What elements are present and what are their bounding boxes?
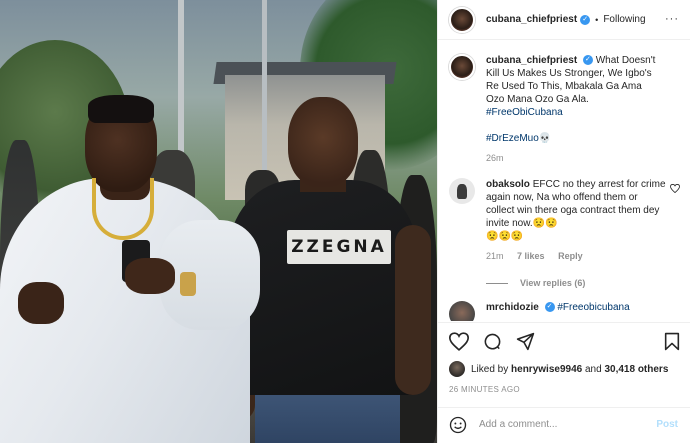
action-icons [449,330,680,352]
verified-badge-icon: ✓ [544,302,555,313]
hashtag-link[interactable]: #Freeobicubana [557,302,629,313]
add-comment-input[interactable] [479,419,644,430]
caption-username[interactable]: cubana_chiefpriest [486,55,577,66]
photo-pole [262,0,267,180]
verified-badge-icon: ✓ [580,14,591,25]
avatar[interactable] [449,361,465,377]
avatar[interactable] [449,178,475,204]
reply-button[interactable]: Reply [558,251,583,261]
post-header: cubana_chiefpriest ✓ • Following ··· [438,0,690,40]
comment-item: mrchidozie ✓ #Freeobicubana [449,301,680,321]
bookmark-icon[interactable] [664,332,680,351]
liked-by-and: and [584,363,602,375]
photo-shirt-logo: ZZEGNA [287,230,391,264]
photo-gold-chain [92,178,154,240]
avatar[interactable] [449,301,475,321]
header-username[interactable]: cubana_chiefpriest [486,14,577,25]
emoji-icon[interactable] [449,416,467,434]
following-button[interactable]: Following [603,14,645,25]
post-comment-button[interactable]: Post [656,419,678,430]
comment-icon[interactable] [483,332,502,351]
heart-icon[interactable] [670,184,680,193]
liked-by-user[interactable]: henrywise9946 [511,364,582,375]
instagram-post: ZZEGNA cubana_chiefpriest ✓ • Following … [0,0,690,443]
comment-time[interactable]: 21m [486,251,504,261]
photo-hair [88,95,154,123]
liked-by: Liked by henrywise9946 and 30,418 others [449,361,668,377]
hashtag-link[interactable]: #DrEzeMuo [486,133,539,144]
avatar[interactable] [449,54,475,80]
comment-username[interactable]: mrchidozie [486,302,539,313]
post-photo[interactable]: ZZEGNA [0,0,437,443]
caption: cubana_chiefpriest ✓ What Doesn't Kill U… [449,54,680,165]
add-comment-row: Post [438,407,690,441]
caption-time[interactable]: 26m [486,152,661,165]
avatar-figure [457,183,467,199]
heart-icon[interactable] [449,331,469,351]
header-separator: • [595,14,599,25]
liked-by-prefix: Liked by [471,363,509,375]
share-icon[interactable] [516,332,535,351]
photo-shirt-text: ZZEGNA [291,237,387,257]
comment-text: mrchidozie ✓ #Freeobicubana [486,301,630,321]
photo-arm [395,225,431,395]
view-replies-label: View replies (6) [520,278,586,288]
caption-text: cubana_chiefpriest ✓ What Doesn't Kill U… [486,54,661,165]
replies-divider [486,282,508,284]
avatar[interactable] [449,6,475,33]
photo-hand [18,282,64,324]
comment-emoji-line: 😟😟😟 [486,231,524,242]
skull-emoji: 💀 [538,133,552,144]
comment-username[interactable]: obaksolo [486,179,530,190]
photo-arm [160,220,260,330]
hashtag-link[interactable]: #FreeObiCubana [486,107,563,118]
comment-likes[interactable]: 7 likes [517,251,545,261]
comment-meta: 21m 7 likes Reply [486,250,666,263]
action-bar: Liked by henrywise9946 and 30,418 others… [438,322,690,440]
photo-hand [125,258,175,294]
verified-badge-icon: ✓ [582,55,593,66]
comment-item: obaksolo EFCC no they arrest for crime a… [449,178,680,263]
photo-head [288,97,358,187]
photo-watch [180,272,196,296]
liked-by-others[interactable]: 30,418 others [604,364,668,375]
post-timestamp[interactable]: 26 MINUTES AGO [449,385,520,394]
post-side-panel: cubana_chiefpriest ✓ • Following ··· cub… [437,0,690,443]
view-replies-button[interactable]: View replies (6) [486,278,680,288]
comments-list[interactable]: cubana_chiefpriest ✓ What Doesn't Kill U… [438,41,690,321]
more-options-icon[interactable]: ··· [665,13,679,25]
comment-text: obaksolo EFCC no they arrest for crime a… [486,178,666,263]
